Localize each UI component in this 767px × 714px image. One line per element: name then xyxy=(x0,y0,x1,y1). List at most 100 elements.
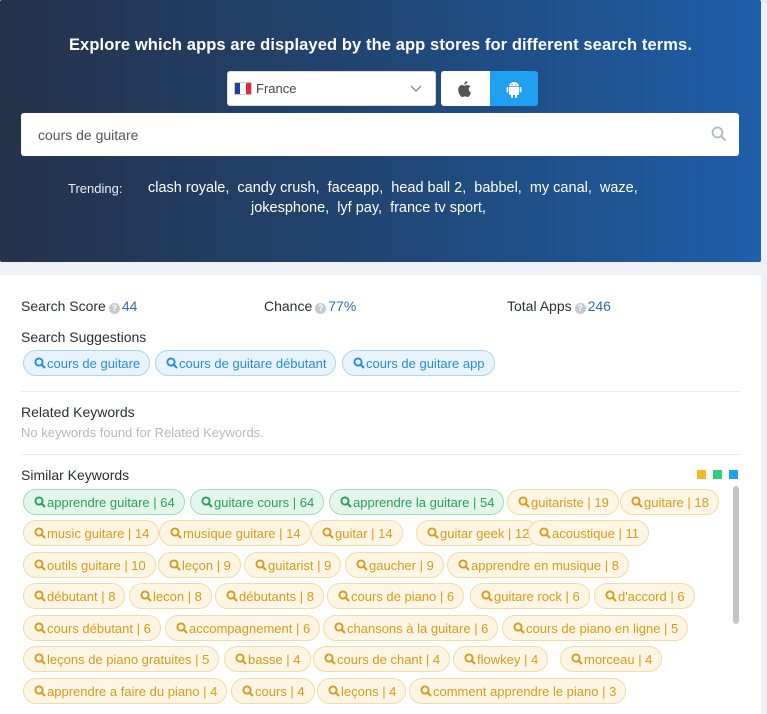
trending-term[interactable]: babbel, xyxy=(474,180,522,196)
similar-keyword-chip[interactable]: guitare cours | 64 xyxy=(190,489,325,515)
help-icon[interactable]: ? xyxy=(315,303,327,314)
similar-keyword-chip[interactable]: leçons | 4 xyxy=(317,678,407,704)
chip-label: leçons de piano gratuites | 5 xyxy=(47,651,210,667)
similar-keyword-chip[interactable]: basse | 4 xyxy=(224,646,311,672)
similar-keyword-chip[interactable]: apprendre la guitare | 54 xyxy=(329,489,505,515)
chip-label: cours de piano | 6 xyxy=(351,588,455,604)
chip-label: débutant | 8 xyxy=(47,588,116,604)
similar-keyword-chip[interactable]: musique guitare | 14 xyxy=(159,520,311,546)
chip-label: guitarist | 9 xyxy=(268,557,332,573)
trending-term[interactable]: my canal, xyxy=(530,180,592,196)
chance-value: 77% xyxy=(328,298,357,314)
search-icon xyxy=(420,685,432,697)
trending-term[interactable]: jokesphone, xyxy=(251,200,329,216)
chip-label: acoustique | 11 xyxy=(552,525,639,541)
chip-label: guitare cours | 64 xyxy=(214,494,315,510)
chip-label: guitar | 14 xyxy=(335,525,393,541)
similar-keyword-chip[interactable]: music guitare | 14 xyxy=(23,520,160,546)
similar-keyword-chip[interactable]: guitar | 14 xyxy=(311,520,403,546)
search-icon xyxy=(34,527,46,539)
similar-keyword-chip[interactable]: leçons de piano gratuites | 5 xyxy=(23,646,220,672)
search-icon xyxy=(324,653,336,665)
similar-keyword-chip[interactable]: lecon | 8 xyxy=(129,583,212,609)
chip-label: chansons à la guitare | 6 xyxy=(347,620,489,636)
search-score-label: Search Score xyxy=(21,298,106,314)
search-icon xyxy=(353,357,365,369)
similar-keyword-chip[interactable]: cours de chant | 4 xyxy=(313,646,451,672)
similar-keyword-chip[interactable]: débutant | 8 xyxy=(23,583,126,609)
search-icon xyxy=(513,622,525,634)
chip-label: morceau | 4 xyxy=(584,651,653,667)
chip-label: music guitare | 14 xyxy=(47,525,150,541)
search-icon xyxy=(34,653,46,665)
similar-keyword-chip[interactable]: guitariste | 19 xyxy=(507,489,619,515)
similar-keyword-chip[interactable]: leçon | 9 xyxy=(158,552,241,578)
search-icon xyxy=(334,622,346,634)
france-flag-icon xyxy=(234,82,252,95)
chip-label: apprendre a faire du piano | 4 xyxy=(47,683,218,699)
chip-label: cours de guitare débutant xyxy=(179,355,327,371)
similar-keyword-chip[interactable]: cours de piano en ligne | 5 xyxy=(502,615,689,641)
suggestion-chip[interactable]: cours de guitare app xyxy=(342,350,495,376)
similar-keyword-chip[interactable]: chansons à la guitare | 6 xyxy=(323,615,499,641)
search-icon xyxy=(226,590,238,602)
trending-term[interactable]: faceapp, xyxy=(328,180,384,196)
chip-label: cours | 4 xyxy=(255,683,305,699)
search-icon xyxy=(328,685,340,697)
similar-keyword-chip[interactable]: guitare rock | 6 xyxy=(470,583,590,609)
similar-keyword-chip[interactable]: accompagnement | 6 xyxy=(165,615,321,641)
similar-keyword-chip[interactable]: morceau | 4 xyxy=(560,646,663,672)
trending-term[interactable]: head ball 2, xyxy=(391,180,466,196)
similar-keyword-chip[interactable]: guitar geek | 12 xyxy=(416,520,540,546)
chevron-down-icon xyxy=(410,85,422,92)
similar-keywords-title: Similar Keywords xyxy=(21,467,130,483)
similar-keyword-chip[interactable]: guitarist | 9 xyxy=(244,552,342,578)
country-select[interactable]: France xyxy=(227,71,436,106)
legend-swatch xyxy=(729,470,738,479)
ios-button[interactable] xyxy=(441,71,490,106)
similar-keyword-chip[interactable]: cours | 4 xyxy=(231,678,315,704)
similar-keyword-chip[interactable]: débutants | 8 xyxy=(215,583,324,609)
chip-label: outils guitare | 10 xyxy=(47,557,146,573)
suggestion-chip[interactable]: cours de guitare débutant xyxy=(155,350,337,376)
chip-label: flowkey | 4 xyxy=(477,651,539,667)
trending-term[interactable]: lyf pay, xyxy=(337,200,382,216)
similar-keyword-chip[interactable]: outils guitare | 10 xyxy=(23,552,156,578)
similar-keyword-chip[interactable]: apprendre en musique | 8 xyxy=(447,552,629,578)
search-icon xyxy=(201,496,213,508)
search-icon[interactable] xyxy=(711,126,727,142)
search-icon xyxy=(34,357,46,369)
trending-term[interactable]: candy crush, xyxy=(237,180,319,196)
help-icon[interactable]: ? xyxy=(574,303,586,314)
chip-label: gaucher | 9 xyxy=(369,557,434,573)
similar-keyword-chip[interactable]: comment apprendre le piano | 3 xyxy=(409,678,627,704)
search-icon xyxy=(34,496,46,508)
search-icon xyxy=(34,559,46,571)
similar-keyword-chip[interactable]: d'accord | 6 xyxy=(594,583,695,609)
scrollbar[interactable] xyxy=(733,486,739,624)
search-input[interactable] xyxy=(21,113,739,156)
similar-keyword-chip[interactable]: guitare | 18 xyxy=(620,489,719,515)
similar-keyword-chip[interactable]: cours de piano | 6 xyxy=(327,583,465,609)
suggestion-chip[interactable]: cours de guitare xyxy=(23,350,151,376)
similar-keyword-chip[interactable]: cours débutant | 6 xyxy=(23,615,161,641)
chip-label: apprendre la guitare | 54 xyxy=(353,494,495,510)
search-icon xyxy=(322,527,334,539)
chip-label: comment apprendre le piano | 3 xyxy=(433,683,617,699)
similar-keyword-chip[interactable]: acoustique | 11 xyxy=(528,520,649,546)
android-button[interactable] xyxy=(489,71,538,106)
similar-keyword-chip[interactable]: gaucher | 9 xyxy=(345,552,444,578)
similar-keyword-chip[interactable]: flowkey | 4 xyxy=(453,646,549,672)
chip-label: guitariste | 19 xyxy=(531,494,609,510)
search-icon xyxy=(140,590,152,602)
trending-term[interactable]: clash royale, xyxy=(148,180,229,196)
trending-list-line-1: clash royale, candy crush, faceapp, head ba… xyxy=(148,179,646,197)
search-icon xyxy=(242,685,254,697)
similar-keyword-chip[interactable]: apprendre a faire du piano | 4 xyxy=(23,678,228,704)
search-icon xyxy=(571,653,583,665)
help-icon[interactable]: ? xyxy=(108,303,120,314)
trending-term[interactable]: waze, xyxy=(600,180,638,196)
similar-keyword-chip[interactable]: apprendre guitare | 64 xyxy=(23,489,185,515)
trending-term[interactable]: france tv sport, xyxy=(390,200,486,216)
chip-label: basse | 4 xyxy=(248,651,301,667)
